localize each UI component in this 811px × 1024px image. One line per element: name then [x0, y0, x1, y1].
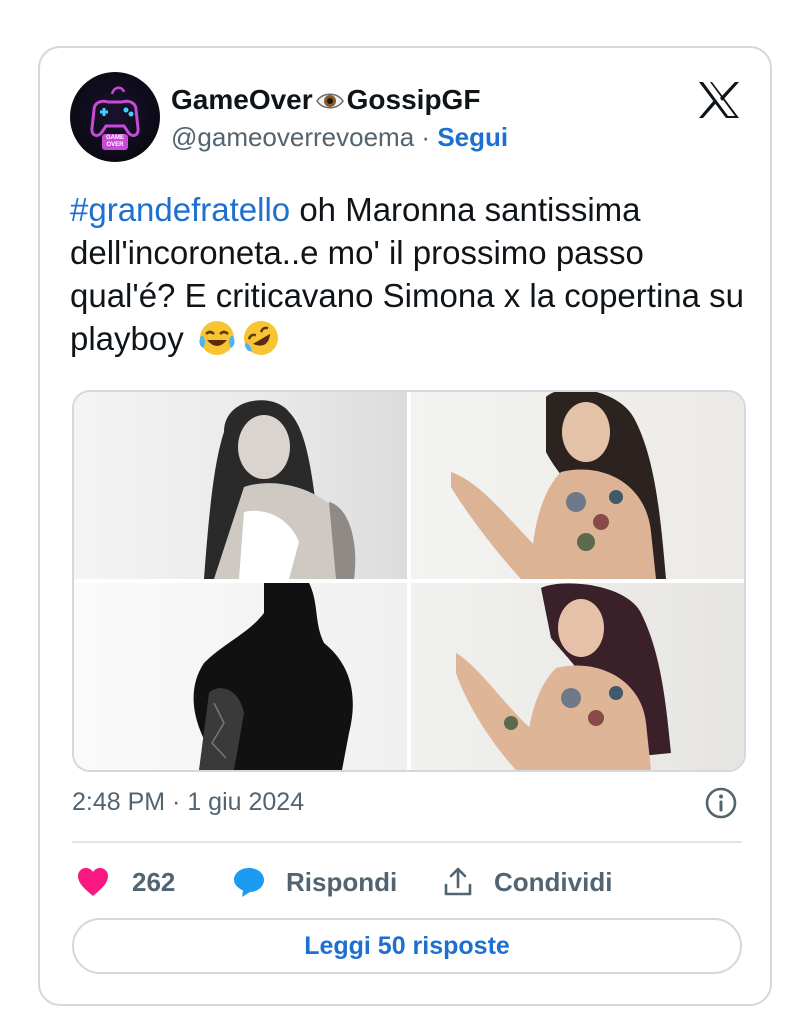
like-count: 262	[132, 866, 176, 897]
follow-button[interactable]: Segui	[437, 122, 508, 152]
share-icon	[444, 867, 472, 896]
handle-row: @gameoverrevoema · Segui	[171, 122, 508, 153]
reply-button[interactable]: Rispondi	[232, 860, 397, 904]
photo-2[interactable]	[411, 392, 744, 579]
divider	[72, 841, 742, 843]
share-button[interactable]: Condividi	[442, 860, 612, 904]
separator: ·	[421, 122, 431, 152]
display-name-part2: GossipGF	[346, 84, 481, 115]
action-bar: 262 Rispondi Condividi	[72, 860, 742, 904]
like-button[interactable]: 262	[76, 860, 175, 904]
info-icon[interactable]	[704, 786, 738, 820]
tweet-card: GAME OVER GameOver GossipGF @gameoverrevo…	[38, 46, 772, 1006]
photo-1[interactable]	[74, 392, 407, 579]
photo-4[interactable]	[411, 583, 744, 770]
display-name[interactable]: GameOver GossipGF	[171, 84, 480, 119]
hashtag-link[interactable]: #grandefratello	[70, 191, 290, 228]
avatar-text: GAME OVER	[106, 135, 124, 148]
media-grid	[72, 390, 746, 772]
heart-icon	[78, 868, 108, 896]
rolling-on-floor-laughing-emoji	[241, 318, 281, 358]
read-replies-button[interactable]: Leggi 50 risposte	[72, 918, 742, 974]
eye-icon	[315, 87, 345, 119]
tweet-text: #grandefratello oh Maronna santissima de…	[70, 188, 750, 360]
x-logo-icon[interactable]	[697, 80, 741, 120]
timestamp[interactable]: 2:48 PM · 1 giu 2024	[72, 788, 304, 817]
avatar[interactable]: GAME OVER	[70, 72, 160, 162]
handle[interactable]: @gameoverrevoema	[171, 122, 414, 152]
reply-bubble-icon	[234, 868, 264, 897]
tears-of-joy-emoji	[197, 318, 237, 358]
display-name-part1: GameOver	[171, 84, 313, 115]
share-label: Condividi	[494, 866, 613, 897]
photo-3[interactable]	[74, 583, 407, 770]
reply-label: Rispondi	[286, 866, 398, 897]
